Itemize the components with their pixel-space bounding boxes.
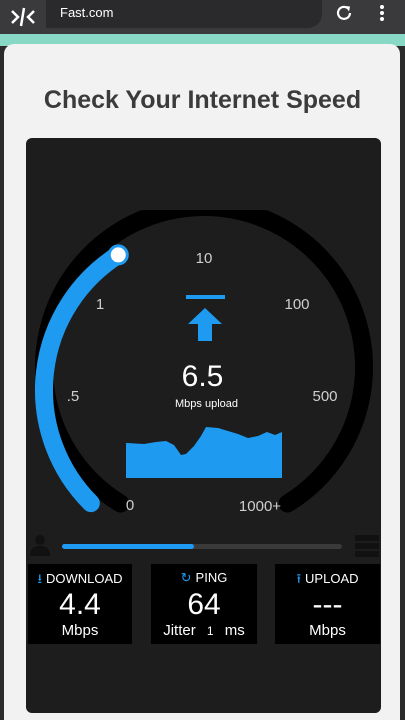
reload-icon[interactable] bbox=[334, 3, 354, 23]
current-speed-value: 6.5 bbox=[181, 360, 224, 393]
gauge-label-0: 0 bbox=[126, 497, 134, 514]
jitter-label: Jitter bbox=[163, 622, 196, 639]
page-title: Check Your Internet Speed bbox=[43, 86, 362, 114]
gauge-label-1: 1 bbox=[96, 296, 104, 313]
download-stat-value: 4.4 bbox=[59, 588, 101, 621]
test-progress-bar bbox=[62, 544, 342, 549]
jitter-unit: ms bbox=[224, 622, 245, 639]
ping-stat-box: ↻ PING 64 Jitter 1 ms bbox=[151, 564, 257, 644]
jitter-value: 1 bbox=[206, 624, 214, 638]
capcut-logo-icon[interactable] bbox=[8, 2, 38, 32]
gauge-label-1000plus: 1000+ bbox=[239, 498, 281, 515]
upload-icon: ⭱ bbox=[296, 571, 302, 586]
gauge-label-100: 100 bbox=[284, 296, 309, 313]
download-icon: ⭳ bbox=[37, 571, 42, 586]
current-speed-unit: Mbps upload bbox=[175, 398, 238, 410]
ping-stat-label: ↻ PING bbox=[180, 570, 228, 585]
test-progress-fill bbox=[62, 544, 194, 549]
upload-stat-value: --- bbox=[312, 588, 343, 621]
address-bar[interactable]: Fast.com bbox=[46, 0, 322, 28]
browser-toolbar: Fast.com bbox=[0, 0, 405, 34]
gauge-needle-dot bbox=[107, 244, 129, 266]
speed-history-graph bbox=[126, 427, 282, 478]
download-stat-box: ⭳ DOWNLOAD 4.4 Mbps bbox=[28, 564, 132, 644]
upload-stat-box: ⭱ UPLOAD --- Mbps bbox=[275, 564, 380, 644]
user-icon[interactable] bbox=[28, 532, 52, 556]
url-text: Fast.com bbox=[60, 5, 114, 20]
gauge-label-10: 10 bbox=[196, 250, 213, 267]
jitter-row: Jitter 1 ms bbox=[151, 622, 257, 639]
more-vert-icon[interactable] bbox=[374, 2, 390, 26]
upload-stat-unit: Mbps bbox=[309, 622, 346, 639]
server-icon[interactable] bbox=[354, 534, 380, 558]
download-stat-unit: Mbps bbox=[61, 622, 99, 639]
refresh-icon: ↻ bbox=[180, 570, 192, 585]
ping-stat-value: 64 bbox=[187, 588, 221, 621]
upload-arrow-icon bbox=[186, 295, 225, 341]
